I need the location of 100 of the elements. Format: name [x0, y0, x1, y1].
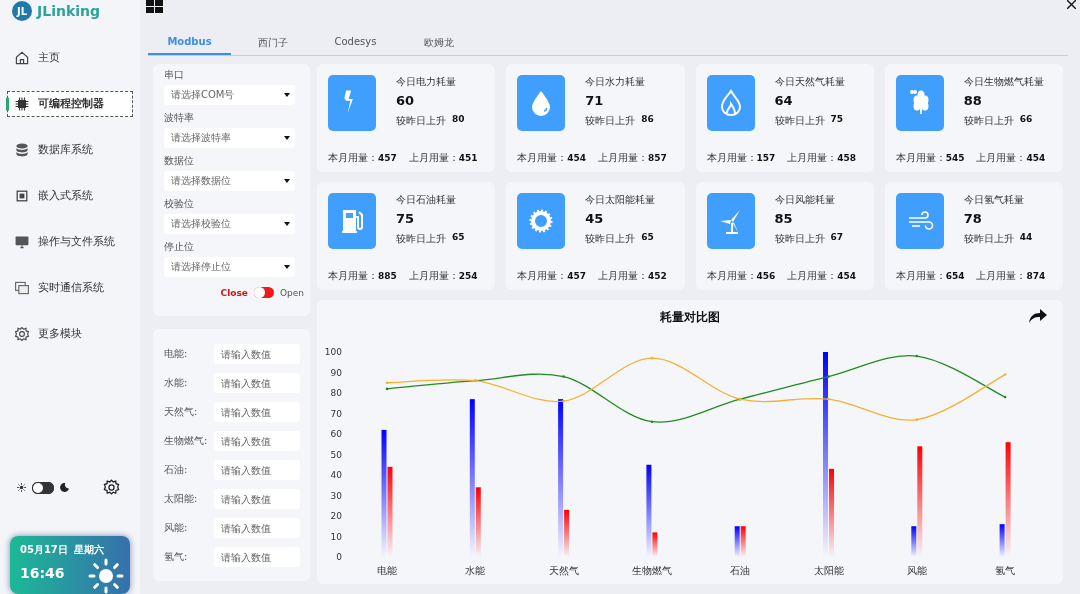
axis-label: 太阳能: [813, 565, 844, 576]
settings-icon[interactable]: [103, 479, 120, 496]
dropdown-field[interactable]: 请选择校验位: [164, 214, 295, 234]
axis-label: 60: [330, 429, 342, 439]
field-label: 太阳能:: [164, 492, 199, 506]
caret-icon: [284, 93, 290, 97]
field-label: 天然气:: [164, 405, 199, 419]
month-usage: 本月用量：545: [895, 151, 966, 165]
close-icon[interactable]: [1067, 0, 1076, 9]
card-value: 64: [774, 93, 794, 108]
sidebar-item[interactable]: 主页: [7, 45, 133, 71]
input-field[interactable]: 请输入数值: [214, 489, 300, 509]
axis-label: 石油: [730, 565, 751, 576]
change-value: 67: [830, 232, 844, 244]
weekday-label: 星期六: [73, 543, 104, 557]
caret-icon: [284, 222, 290, 226]
sun-icon: [517, 193, 566, 249]
input-field[interactable]: 请输入数值: [214, 431, 300, 451]
open-label: Open: [279, 287, 304, 298]
windows-icon: [14, 280, 30, 296]
change-label: 较昨日上升: [774, 232, 825, 246]
change-value: 75: [830, 114, 844, 126]
axis-label: 0: [336, 552, 342, 562]
input-field[interactable]: 请输入数值: [214, 373, 300, 393]
last-month-usage: 上月用量：454: [976, 151, 1047, 165]
sidebar-item[interactable]: 嵌入式系统: [7, 183, 133, 209]
card-title: 今日电力耗量: [396, 75, 457, 89]
change-label: 较昨日上升: [396, 114, 446, 128]
month-usage: 本月用量：157: [706, 151, 777, 165]
card-title: 今日石油耗量: [396, 193, 457, 207]
card-title: 今日风能耗量: [774, 193, 836, 207]
axis-label: 90: [330, 367, 342, 378]
chip-icon: [14, 96, 30, 112]
card-value: 78: [963, 211, 983, 226]
sidebar-item[interactable]: 数据库系统: [7, 137, 133, 163]
axis-label: 10: [330, 531, 342, 542]
settings-icon: [14, 326, 30, 342]
card-value: 88: [963, 93, 983, 108]
change-label: 较昨日上升: [585, 114, 636, 128]
change-value: 44: [1019, 232, 1033, 244]
axis-label: 80: [330, 388, 342, 398]
change-value: 66: [1019, 114, 1033, 126]
logo-mark: JL: [12, 1, 32, 21]
last-month-usage: 上月用量：458: [787, 151, 857, 165]
card-title: 今日水力耗量: [585, 75, 647, 89]
input-field[interactable]: 请输入数值: [214, 460, 300, 480]
last-month-usage: 上月用量：254: [408, 269, 479, 283]
wind-icon: [895, 193, 944, 249]
sidebar-item[interactable]: 更多模块: [7, 321, 133, 347]
last-month-usage: 上月用量：451: [408, 151, 479, 165]
axis-label: 电能: [377, 565, 397, 576]
axis-label: 风能: [906, 565, 927, 576]
last-month-usage: 上月用量：454: [787, 269, 857, 283]
tab[interactable]: Codesys: [314, 36, 397, 55]
app-name: JLinking: [37, 3, 100, 19]
card-value: 71: [585, 93, 605, 108]
home-icon: [14, 50, 30, 66]
toggle-switch[interactable]: [253, 287, 274, 298]
sidebar-item[interactable]: 实时通信系统: [7, 275, 133, 301]
change-label: 较昨日上升: [585, 232, 636, 246]
input-field[interactable]: 请输入数值: [214, 547, 300, 567]
axis-label: 50: [330, 449, 342, 460]
sidebar-item[interactable]: 操作与文件系统: [7, 229, 133, 255]
grid-icon[interactable]: [146, 0, 163, 13]
dropdown-field[interactable]: 请选择波特率: [164, 128, 295, 148]
month-usage: 本月用量：654: [895, 269, 966, 283]
lightning-icon: [328, 75, 376, 131]
month-usage: 本月用量：454: [517, 151, 588, 165]
share-icon[interactable]: [1029, 309, 1047, 323]
dropdown-field[interactable]: 请选择数据位: [164, 171, 295, 191]
chip-icon: [14, 188, 30, 204]
month-usage: 本月用量：457: [328, 151, 398, 165]
change-value: 65: [452, 232, 465, 244]
sidebar-item[interactable]: 可编程控制器: [7, 91, 133, 117]
input-field[interactable]: 请输入数值: [214, 344, 300, 364]
input-field[interactable]: 请输入数值: [214, 402, 300, 422]
tab[interactable]: 西门子: [231, 36, 314, 55]
field-label: 电能:: [164, 347, 189, 361]
moon-icon: [60, 483, 69, 492]
sun-icon: [17, 483, 26, 492]
card-value: 60: [396, 93, 416, 108]
field-label: 石油:: [164, 463, 189, 477]
date-label: 05月17日: [20, 543, 68, 557]
dropdown-field[interactable]: 请选择停止位: [164, 257, 295, 277]
input-field[interactable]: 请输入数值: [214, 518, 300, 538]
change-label: 较昨日上升: [963, 114, 1014, 128]
dropdown-field[interactable]: 请选择COM号: [164, 85, 295, 105]
axis-label: 天然气: [548, 565, 579, 576]
last-month-usage: 上月用量：452: [597, 269, 668, 283]
field-label: 氢气:: [164, 550, 189, 564]
theme-toggle[interactable]: [32, 481, 54, 494]
axis-label: 100: [324, 347, 342, 357]
monitor-icon: [14, 234, 30, 250]
change-value: 65: [641, 232, 654, 244]
change-label: 较昨日上升: [774, 114, 825, 128]
caret-icon: [284, 136, 290, 140]
wind-turbine-icon: [706, 193, 755, 249]
sun-icon: [88, 558, 124, 594]
last-month-usage: 上月用量：874: [976, 269, 1047, 283]
tab[interactable]: 欧姆龙: [397, 36, 480, 55]
